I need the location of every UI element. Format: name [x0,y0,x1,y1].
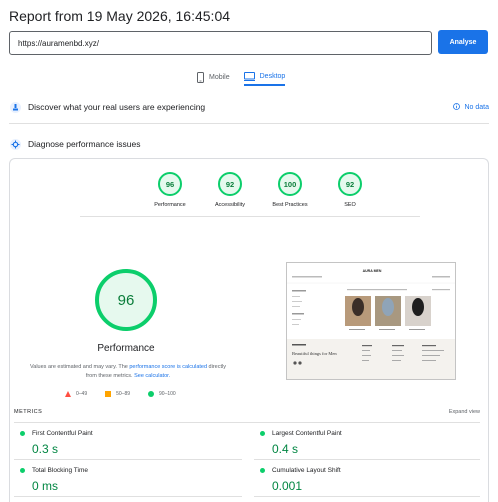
screenshot-image: AURA MEN Beautiful things for Men [287,263,455,379]
metrics-row-divider [14,496,242,497]
legend-poor-range: 0–49 [76,391,88,397]
legend-poor: 0–49 [65,391,87,397]
analyse-button[interactable]: Analyse [438,30,488,54]
gauge-performance-score: 96 [158,172,182,196]
screenshot-brand: AURA MEN [363,269,382,273]
good-circle-icon [20,431,25,436]
tab-mobile[interactable]: Mobile [197,68,230,86]
gauge-seo-score: 92 [338,172,362,196]
circle-icon [148,391,155,397]
expand-view-toggle[interactable]: Expand view [449,409,480,415]
metric-fcp: First Contentful Paint 0.3 s [20,430,240,456]
field-data-section: Discover what your real users are experi… [9,101,489,113]
metrics-row-divider [254,496,480,497]
performance-main-gauge: 96 [95,269,157,331]
no-data-link[interactable]: No data [453,102,489,112]
gauge-performance[interactable]: 96 Performance [140,172,200,208]
url-input[interactable] [9,31,432,55]
gauge-performance-label: Performance [154,202,186,208]
gauge-best-practices-label: Best Practices [272,202,308,208]
screenshot-headline: Beautiful things for Men [292,351,337,356]
metric-lcp-label: Largest Contentful Paint [272,430,342,437]
metrics-divider [14,422,480,423]
metric-fcp-value: 0.3 s [32,442,59,456]
tab-desktop[interactable]: Desktop [243,68,286,86]
square-icon [105,391,112,397]
gauge-accessibility[interactable]: 92 Accessibility [200,172,260,208]
diagnose-icon [9,138,21,150]
metric-cls-label: Cumulative Layout Shift [272,467,341,474]
legend-good: 90–100 [148,391,176,397]
good-circle-icon [260,468,265,473]
field-data-label: Discover what your real users are experi… [28,102,206,112]
metric-tbt-label: Total Blocking Time [32,467,88,474]
legend-average: 50–89 [105,391,130,397]
score-calculation-link[interactable]: performance score is calculated [129,364,207,370]
metric-cls: Cumulative Layout Shift 0.001 [260,467,480,493]
metric-lcp: Largest Contentful Paint 0.4 s [260,430,480,456]
legend-average-range: 50–89 [116,391,131,397]
diagnose-section: Diagnose performance issues [9,138,489,150]
gauge-seo[interactable]: 92 SEO [320,172,380,208]
gauge-seo-label: SEO [344,202,356,208]
performance-main-label: Performance [97,343,155,354]
tab-desktop-label: Desktop [259,72,286,80]
report-title: Report from 19 May 2026, 16:45:04 [9,8,231,24]
score-gauges: 96 Performance 92 Accessibility 100 Best… [140,172,380,208]
report-card: 96 Performance 92 Accessibility 100 Best… [9,158,489,502]
metric-fcp-label: First Contentful Paint [32,430,93,437]
triangle-icon [65,391,71,397]
desktop-icon [243,71,255,81]
metric-cls-value: 0.001 [272,479,303,493]
device-tabs: Mobile Desktop [197,68,286,88]
gauge-divider [80,216,420,217]
metric-lcp-value: 0.4 s [272,442,299,456]
page-screenshot: AURA MEN Beautiful things for Men [286,262,456,380]
metrics-heading: METRICS [14,409,43,415]
gauge-accessibility-label: Accessibility [215,202,245,208]
diagnose-label: Diagnose performance issues [28,139,141,149]
disclaimer-text: Values are estimated and may vary. The [30,364,130,370]
metric-tbt: Total Blocking Time 0 ms [20,467,240,493]
info-icon [453,102,461,112]
metrics-row-divider [254,459,480,460]
users-icon [9,101,21,113]
gauge-best-practices[interactable]: 100 Best Practices [260,172,320,208]
tab-mobile-label: Mobile [209,73,230,81]
metric-tbt-value: 0 ms [32,479,59,493]
metrics-row-divider [14,459,242,460]
calculator-link[interactable]: See calculator. [134,373,170,379]
no-data-label: No data [464,103,489,111]
gauge-accessibility-score: 92 [218,172,242,196]
mobile-icon [197,71,204,83]
good-circle-icon [20,468,25,473]
good-circle-icon [260,431,265,436]
legend-good-range: 90–100 [159,391,176,397]
divider [9,123,489,124]
gauge-best-practices-score: 100 [278,172,302,196]
score-legend: 0–49 50–89 90–100 [65,391,176,397]
score-disclaimer: Values are estimated and may vary. The p… [28,363,228,381]
